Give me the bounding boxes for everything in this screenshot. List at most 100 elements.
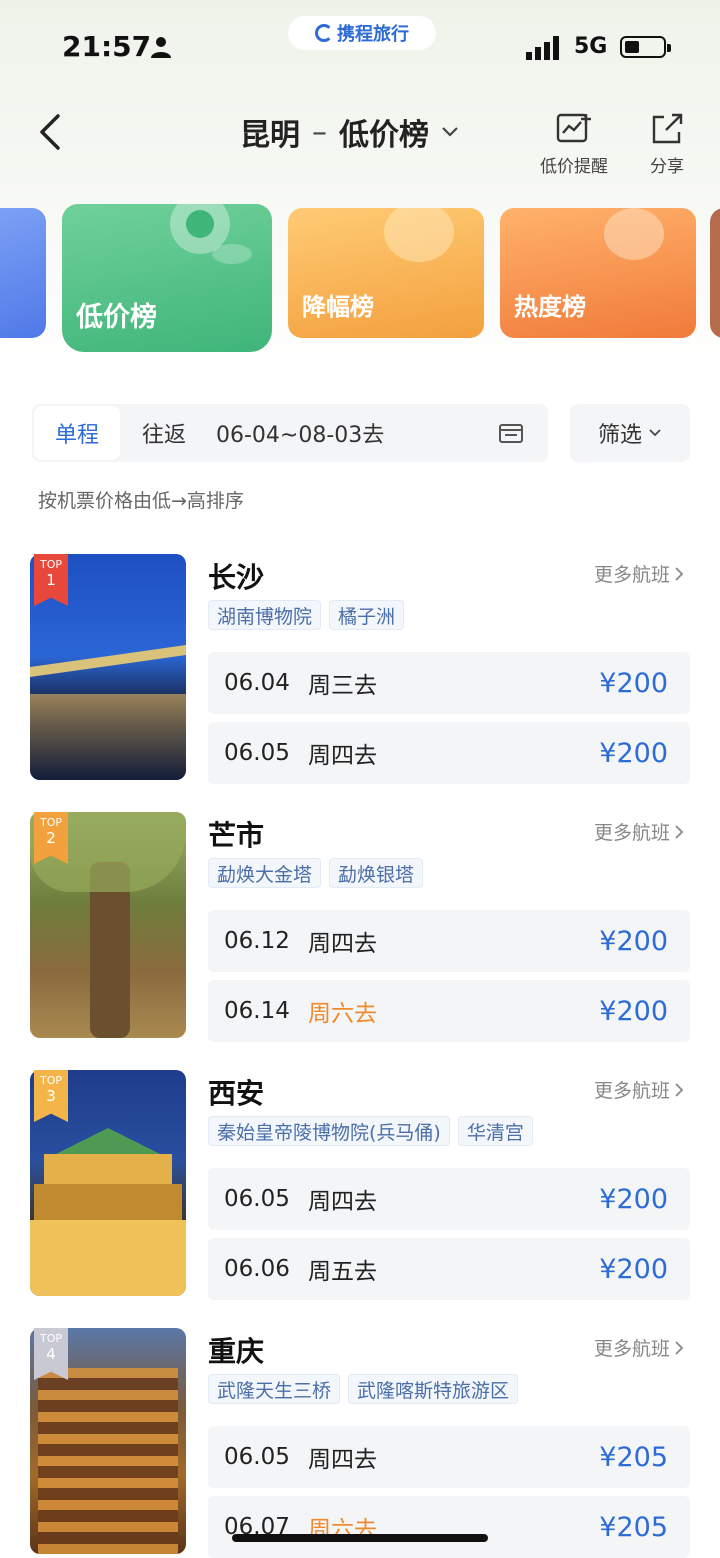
chevron-down-icon <box>649 429 661 437</box>
tab-low-price[interactable]: 低价榜 <box>62 204 272 352</box>
signal-icon <box>526 36 559 60</box>
share-button[interactable]: 分享 <box>648 112 686 177</box>
date-range-selector[interactable]: 06-04~08-03去 <box>216 404 384 462</box>
fare-price: ¥200 <box>599 1253 668 1285</box>
more-flights-link[interactable]: 更多航班 <box>594 1334 684 1361</box>
fare-row[interactable]: 06.12 周四去 ¥200 <box>208 910 690 972</box>
fare-date: 06.14 <box>224 998 290 1024</box>
ranking-tabs: 低价榜 降幅榜 热度榜 <box>0 196 720 366</box>
bridge-shape <box>30 645 186 677</box>
fare-price: ¥200 <box>599 667 668 699</box>
person-icon <box>151 37 171 58</box>
fare-date: 06.04 <box>224 670 290 696</box>
destination-card-chongqing[interactable]: TOP 4 重庆 更多航班 武隆天生三桥 武隆喀斯特旅游区 06.05 周四去 ¥… <box>30 1328 690 1558</box>
fare-price: ¥200 <box>599 1183 668 1215</box>
status-time: 21:57 <box>62 30 152 63</box>
origin-city: 昆明 <box>240 118 300 153</box>
attraction-tag[interactable]: 华清宫 <box>457 1116 533 1146</box>
attraction-tag[interactable]: 武隆喀斯特旅游区 <box>348 1374 519 1404</box>
tab-popularity-label: 热度榜 <box>514 293 586 321</box>
tab-price-drop[interactable]: 降幅榜 <box>288 208 484 338</box>
fare-row[interactable]: 06.05 周四去 ¥205 <box>208 1426 690 1488</box>
network-type: 5G <box>574 34 608 59</box>
tab-popularity[interactable]: 热度榜 <box>500 208 696 338</box>
attraction-tag[interactable]: 勐焕大金塔 <box>208 858 322 888</box>
city-name: 芒市 <box>208 819 265 852</box>
more-flights-link[interactable]: 更多航班 <box>594 1076 684 1103</box>
fare-price: ¥205 <box>599 1441 668 1473</box>
attraction-tag[interactable]: 秦始皇帝陵博物院(兵马俑) <box>208 1116 450 1146</box>
fare-weekday: 周六去 <box>308 1517 377 1543</box>
oneway-toggle[interactable]: 单程 <box>34 406 120 460</box>
fare-price: ¥205 <box>599 1511 668 1543</box>
attraction-tag[interactable]: 勐焕银塔 <box>329 858 424 888</box>
chevron-right-icon <box>675 824 684 839</box>
board-name: 低价榜 <box>339 118 429 153</box>
more-flights-link[interactable]: 更多航班 <box>594 818 684 845</box>
tower-roof-shape <box>56 1128 160 1154</box>
trip-filter-bar: 单程 往返 06-04~08-03去 <box>32 404 548 462</box>
fare-weekday: 周五去 <box>308 1259 377 1285</box>
attraction-tag[interactable]: 湖南博物院 <box>208 600 322 630</box>
cloud-decoration <box>212 244 252 264</box>
attraction-tags: 湖南博物院 橘子洲 <box>208 600 405 630</box>
more-flights-link[interactable]: 更多航班 <box>594 560 684 587</box>
destination-card-changsha[interactable]: TOP 1 长沙 更多航班 湖南博物院 橘子洲 06.04 周三去 ¥200 06… <box>30 554 690 794</box>
price-alert-button[interactable]: 低价提醒 <box>540 112 608 177</box>
fare-row[interactable]: 06.14 周六去 ¥200 <box>208 980 690 1042</box>
fare-row[interactable]: 06.04 周三去 ¥200 <box>208 652 690 714</box>
destination-card-mangshi[interactable]: TOP 2 芒市 更多航班 勐焕大金塔 勐焕银塔 06.12 周四去 ¥200 0… <box>30 812 690 1052</box>
share-icon <box>652 113 683 144</box>
city-name: 重庆 <box>208 1335 265 1368</box>
tab-previous-partial[interactable] <box>0 208 46 338</box>
status-bar: 21:57 携程旅行 5G <box>0 0 720 96</box>
fare-row[interactable]: 06.05 周四去 ¥200 <box>208 722 690 784</box>
app-banner[interactable]: 携程旅行 <box>288 16 436 50</box>
arrow-decoration-icon <box>384 208 454 262</box>
ctrip-logo-icon <box>315 24 333 42</box>
battery-icon <box>620 36 671 58</box>
app-name: 携程旅行 <box>337 24 409 45</box>
fare-row[interactable]: 06.05 周四去 ¥200 <box>208 1168 690 1230</box>
tower-body-shape <box>44 1154 172 1184</box>
filter-label: 筛选 <box>597 423 642 448</box>
fare-date: 06.12 <box>224 928 290 954</box>
back-arrow-icon[interactable] <box>36 112 66 152</box>
fare-weekday: 周三去 <box>308 673 377 699</box>
fare-weekday: 周四去 <box>308 743 377 769</box>
fare-row[interactable]: 06.06 周五去 ¥200 <box>208 1238 690 1300</box>
fare-date: 06.06 <box>224 1256 290 1282</box>
fare-price: ¥200 <box>599 737 668 769</box>
calendar-icon[interactable] <box>498 421 524 445</box>
fare-date: 06.05 <box>224 1186 290 1212</box>
destination-card-xian[interactable]: TOP 3 西安 更多航班 秦始皇帝陵博物院(兵马俑) 华清宫 06.05 周四去… <box>30 1070 690 1310</box>
attraction-tags: 武隆天生三桥 武隆喀斯特旅游区 <box>208 1374 519 1404</box>
chevron-right-icon <box>675 566 684 581</box>
city-wall-shape <box>30 1220 186 1296</box>
tab-next-partial[interactable] <box>710 208 720 338</box>
water-reflection <box>30 694 186 780</box>
fare-price: ¥200 <box>599 995 668 1027</box>
price-alert-label: 低价提醒 <box>540 157 608 177</box>
filter-button[interactable]: 筛选 <box>570 404 690 462</box>
city-name: 西安 <box>208 1077 265 1110</box>
title-separator: – <box>312 114 327 150</box>
fare-date: 06.07 <box>224 1514 290 1540</box>
fare-weekday: 周四去 <box>308 931 377 957</box>
chevron-right-icon <box>675 1340 684 1355</box>
chevron-down-icon <box>442 127 458 137</box>
tab-low-price-label: 低价榜 <box>76 302 157 333</box>
fare-weekday: 周四去 <box>308 1447 377 1473</box>
attraction-tags: 勐焕大金塔 勐焕银塔 <box>208 858 424 888</box>
tab-price-drop-label: 降幅榜 <box>302 293 374 321</box>
attraction-tag[interactable]: 橘子洲 <box>329 600 405 630</box>
fare-row[interactable]: 06.07 周六去 ¥205 <box>208 1496 690 1558</box>
share-label: 分享 <box>650 157 684 177</box>
attraction-tag[interactable]: 武隆天生三桥 <box>208 1374 341 1404</box>
page-title[interactable]: 昆明 – 低价榜 <box>240 110 459 154</box>
roundtrip-toggle[interactable]: 往返 <box>124 404 204 462</box>
sort-description: 按机票价格由低→高排序 <box>38 490 244 512</box>
chevron-right-icon <box>675 1082 684 1097</box>
home-indicator[interactable] <box>232 1534 488 1542</box>
tower-base-shape <box>34 1184 182 1220</box>
